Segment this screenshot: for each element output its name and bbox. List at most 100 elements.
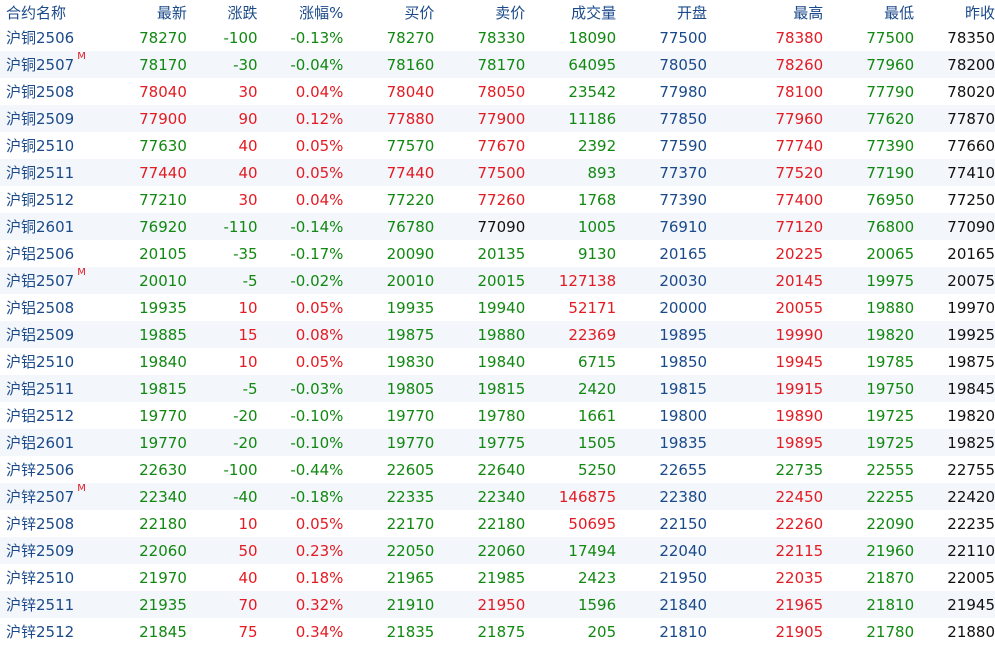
- change-cell: 40: [238, 568, 258, 587]
- table-row[interactable]: 沪铝2512 19770 -20 -0.10% 19770 19780 1661 19800 1…: [0, 402, 995, 429]
- prev-close-cell: 78200: [947, 55, 995, 74]
- contract-name: 沪铜2507: [6, 56, 75, 74]
- table-row[interactable]: 沪锌2510 21970 40 0.18% 21965 21985 2423 21950 220…: [0, 564, 995, 591]
- open-cell: 77850: [659, 109, 708, 128]
- prev-close-cell: 78350: [947, 28, 995, 47]
- prev-close-cell: 77660: [947, 136, 995, 155]
- volume-cell: 64095: [568, 55, 617, 74]
- col-header-ask[interactable]: 卖价: [434, 0, 526, 24]
- table-row[interactable]: 沪锌2506 22630 -100 -0.44% 22605 22640 5250 22655…: [0, 456, 995, 483]
- high-cell: 78100: [775, 82, 824, 101]
- table-row[interactable]: 沪锌2512 21845 75 0.34% 21835 21875 205 21810 2190…: [0, 618, 995, 645]
- contract-name-cell[interactable]: 沪锌2508: [0, 510, 96, 537]
- contract-name-cell[interactable]: 沪锌2507 M: [0, 483, 96, 510]
- last-cell: 77440: [139, 163, 187, 182]
- col-header-prev-close[interactable]: 昨收: [914, 0, 995, 24]
- ask-cell: 22340: [477, 487, 526, 506]
- col-header-name[interactable]: 合约名称: [0, 0, 96, 24]
- ask-cell: 20135: [477, 244, 526, 263]
- col-header-last[interactable]: 最新: [95, 0, 187, 24]
- volume-cell: 5250: [577, 460, 617, 479]
- low-cell: 19975: [866, 271, 915, 290]
- contract-name-cell[interactable]: 沪铜2509: [0, 105, 96, 132]
- change-cell: -20: [233, 433, 258, 452]
- high-cell: 19915: [775, 379, 824, 398]
- prev-close-cell: 19875: [947, 352, 995, 371]
- low-cell: 21810: [866, 595, 915, 614]
- table-row[interactable]: 沪铜2601 76920 -110 -0.14% 76780 77090 1005 76910…: [0, 213, 995, 240]
- volume-cell: 6715: [577, 352, 617, 371]
- table-row[interactable]: 沪锌2508 22180 10 0.05% 22170 22180 50695 22150 22…: [0, 510, 995, 537]
- contract-name-cell[interactable]: 沪铝2509: [0, 321, 96, 348]
- col-header-volume[interactable]: 成交量: [525, 0, 617, 24]
- table-row[interactable]: 沪锌2509 22060 50 0.23% 22050 22060 17494 22040 22…: [0, 537, 995, 564]
- col-header-open[interactable]: 开盘: [616, 0, 708, 24]
- col-header-change-pct[interactable]: 涨幅%: [257, 0, 344, 24]
- prev-close-cell: 77870: [947, 109, 995, 128]
- volume-cell: 2392: [577, 136, 617, 155]
- open-cell: 20165: [659, 244, 708, 263]
- col-header-bid[interactable]: 买价: [343, 0, 435, 24]
- contract-name-cell[interactable]: 沪铜2508: [0, 78, 96, 105]
- table-row[interactable]: 沪铝2601 19770 -20 -0.10% 19770 19775 1505 19835 1…: [0, 429, 995, 456]
- prev-close-cell: 77090: [947, 217, 995, 236]
- table-row[interactable]: 沪铜2509 77900 90 0.12% 77880 77900 11186 77850 77…: [0, 105, 995, 132]
- open-cell: 20030: [659, 271, 708, 290]
- table-row[interactable]: 沪铝2511 19815 -5 -0.03% 19805 19815 2420 19815 19…: [0, 375, 995, 402]
- table-row[interactable]: 沪铜2506 78270 -100 -0.13% 78270 78330 18090 7750…: [0, 24, 995, 51]
- low-cell: 77620: [866, 109, 915, 128]
- change-cell: 15: [238, 325, 258, 344]
- open-cell: 21950: [659, 568, 708, 587]
- contract-name-cell[interactable]: 沪锌2510: [0, 564, 96, 591]
- change-pct-cell: 0.18%: [295, 568, 344, 587]
- table-row[interactable]: 沪铝2508 19935 10 0.05% 19935 19940 52171 20000 20…: [0, 294, 995, 321]
- contract-name-cell[interactable]: 沪铜2512: [0, 186, 96, 213]
- high-cell: 21905: [775, 622, 824, 641]
- table-row[interactable]: 沪铝2506 20105 -35 -0.17% 20090 20135 9130 20165 2…: [0, 240, 995, 267]
- contract-name-cell[interactable]: 沪锌2509: [0, 537, 96, 564]
- high-cell: 19890: [775, 406, 824, 425]
- col-header-high[interactable]: 最高: [707, 0, 824, 24]
- table-row[interactable]: 沪锌2507 M 22340 -40 -0.18% 22335 22340 146875 223…: [0, 483, 995, 510]
- contract-name-cell[interactable]: 沪铝2601: [0, 429, 96, 456]
- change-pct-cell: 0.08%: [295, 325, 344, 344]
- col-header-change[interactable]: 涨跌: [186, 0, 258, 24]
- contract-name-cell[interactable]: 沪锌2511: [0, 591, 96, 618]
- change-pct-cell: 0.32%: [295, 595, 344, 614]
- table-row[interactable]: 沪铜2512 77210 30 0.04% 77220 77260 1768 77390 774…: [0, 186, 995, 213]
- contract-name-cell[interactable]: 沪铜2510: [0, 132, 96, 159]
- change-pct-cell: -0.13%: [290, 28, 344, 47]
- contract-name-cell[interactable]: 沪铝2510: [0, 348, 96, 375]
- open-cell: 19895: [659, 325, 708, 344]
- prev-close-cell: 22755: [947, 460, 995, 479]
- col-header-low[interactable]: 最低: [823, 0, 915, 24]
- ask-cell: 77090: [477, 217, 526, 236]
- contract-name-cell[interactable]: 沪铜2511: [0, 159, 96, 186]
- bid-cell: 78270: [386, 28, 435, 47]
- high-cell: 20225: [775, 244, 824, 263]
- prev-close-cell: 20075: [947, 271, 995, 290]
- last-cell: 22340: [139, 487, 187, 506]
- low-cell: 19750: [866, 379, 915, 398]
- table-row[interactable]: 沪铝2507 M 20010 -5 -0.02% 20010 20015 127138 2003…: [0, 267, 995, 294]
- contract-name-cell[interactable]: 沪铝2508: [0, 294, 96, 321]
- contract-name-cell[interactable]: 沪锌2512: [0, 618, 96, 645]
- table-row[interactable]: 沪铜2507 M 78170 -30 -0.04% 78160 78170 64095 7805…: [0, 51, 995, 78]
- ask-cell: 78050: [477, 82, 526, 101]
- contract-name-cell[interactable]: 沪铝2511: [0, 375, 96, 402]
- change-pct-cell: 0.04%: [295, 190, 344, 209]
- prev-close-cell: 22110: [947, 541, 995, 560]
- table-row[interactable]: 沪铜2511 77440 40 0.05% 77440 77500 893 77370 7752…: [0, 159, 995, 186]
- contract-name-cell[interactable]: 沪铜2506: [0, 24, 96, 51]
- table-row[interactable]: 沪铝2510 19840 10 0.05% 19830 19840 6715 19850 199…: [0, 348, 995, 375]
- contract-name-cell[interactable]: 沪铝2507 M: [0, 267, 96, 294]
- contract-name-cell[interactable]: 沪锌2506: [0, 456, 96, 483]
- table-row[interactable]: 沪锌2511 21935 70 0.32% 21910 21950 1596 21840 219…: [0, 591, 995, 618]
- table-row[interactable]: 沪铝2509 19885 15 0.08% 19875 19880 22369 19895 19…: [0, 321, 995, 348]
- contract-name-cell[interactable]: 沪铝2506: [0, 240, 96, 267]
- table-row[interactable]: 沪铜2510 77630 40 0.05% 77570 77670 2392 77590 777…: [0, 132, 995, 159]
- contract-name-cell[interactable]: 沪铜2601: [0, 213, 96, 240]
- contract-name-cell[interactable]: 沪铜2507 M: [0, 51, 96, 78]
- contract-name-cell[interactable]: 沪铝2512: [0, 402, 96, 429]
- table-row[interactable]: 沪铜2508 78040 30 0.04% 78040 78050 23542 77980 78…: [0, 78, 995, 105]
